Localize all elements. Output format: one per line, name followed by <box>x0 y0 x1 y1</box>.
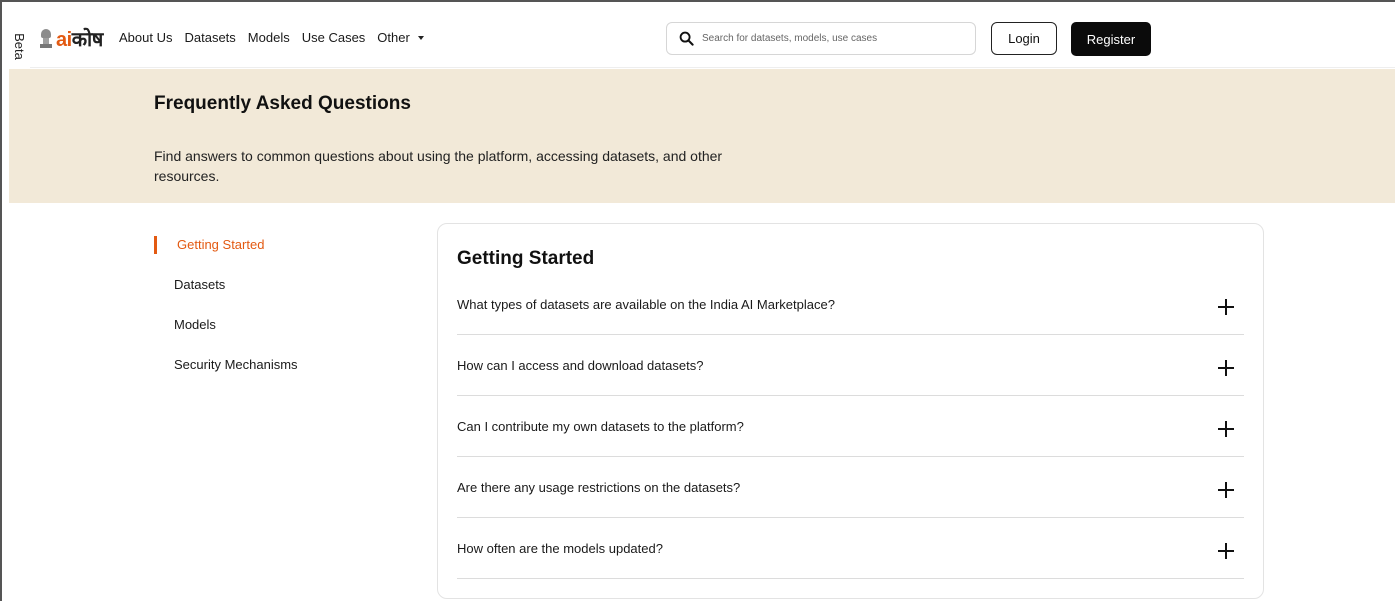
beta-badge: Beta <box>8 26 30 66</box>
sidebar-item-getting-started[interactable]: Getting Started <box>154 236 394 276</box>
register-button[interactable]: Register <box>1071 22 1151 56</box>
plus-icon[interactable] <box>1218 299 1234 315</box>
plus-icon[interactable] <box>1218 360 1234 376</box>
plus-icon[interactable] <box>1218 543 1234 559</box>
faq-category-sidebar: Getting Started Datasets Models Security… <box>154 236 394 396</box>
search-box[interactable] <box>666 22 976 55</box>
search-icon <box>679 31 694 46</box>
sidebar-item-security-mechanisms[interactable]: Security Mechanisms <box>154 356 394 396</box>
sidebar-item-models[interactable]: Models <box>154 316 394 356</box>
logo-ai-text: ai <box>56 29 72 51</box>
faq-item[interactable]: Are there any usage restrictions on the … <box>457 457 1244 518</box>
nav-other-dropdown[interactable]: Other <box>377 30 424 45</box>
main-nav: About Us Datasets Models Use Cases Other <box>119 30 436 45</box>
plus-icon[interactable] <box>1218 482 1234 498</box>
faq-section-title: Getting Started <box>457 248 595 269</box>
sidebar-item-datasets[interactable]: Datasets <box>154 276 394 316</box>
nav-use-cases[interactable]: Use Cases <box>302 30 366 45</box>
faq-card: Getting Started What types of datasets a… <box>437 223 1264 599</box>
faq-item[interactable]: Can I contribute my own datasets to the … <box>457 396 1244 457</box>
beta-label: Beta <box>11 32 27 60</box>
faq-question: Can I contribute my own datasets to the … <box>457 419 744 434</box>
nav-other-label: Other <box>377 30 410 45</box>
faq-question: What types of datasets are available on … <box>457 297 835 312</box>
chevron-down-icon <box>417 36 424 40</box>
login-button[interactable]: Login <box>991 22 1057 55</box>
faq-list: What types of datasets are available on … <box>457 288 1244 579</box>
faq-hero: Frequently Asked Questions Find answers … <box>9 69 1395 203</box>
faq-item[interactable]: How can I access and download datasets? <box>457 335 1244 396</box>
search-input[interactable] <box>702 33 962 44</box>
page-title: Frequently Asked Questions <box>154 93 411 114</box>
nav-models[interactable]: Models <box>248 30 290 45</box>
faq-question: Are there any usage restrictions on the … <box>457 480 741 495</box>
logo-kosh-text: कोष <box>71 29 104 51</box>
plus-icon[interactable] <box>1218 421 1234 437</box>
faq-item[interactable]: How often are the models updated? <box>457 518 1244 579</box>
nav-datasets[interactable]: Datasets <box>184 30 235 45</box>
logo-wordmark: aiकोष <box>56 25 103 52</box>
faq-item[interactable]: What types of datasets are available on … <box>457 288 1244 335</box>
nav-about-us[interactable]: About Us <box>119 30 172 45</box>
faq-question: How often are the models updated? <box>457 541 663 556</box>
brand-logo[interactable]: aiकोष <box>40 25 103 52</box>
national-emblem-icon <box>40 28 52 49</box>
page-subtitle: Find answers to common questions about u… <box>154 148 723 184</box>
top-header: aiकोष About Us Datasets Models Use Cases… <box>30 8 1395 68</box>
faq-question: How can I access and download datasets? <box>457 358 704 373</box>
